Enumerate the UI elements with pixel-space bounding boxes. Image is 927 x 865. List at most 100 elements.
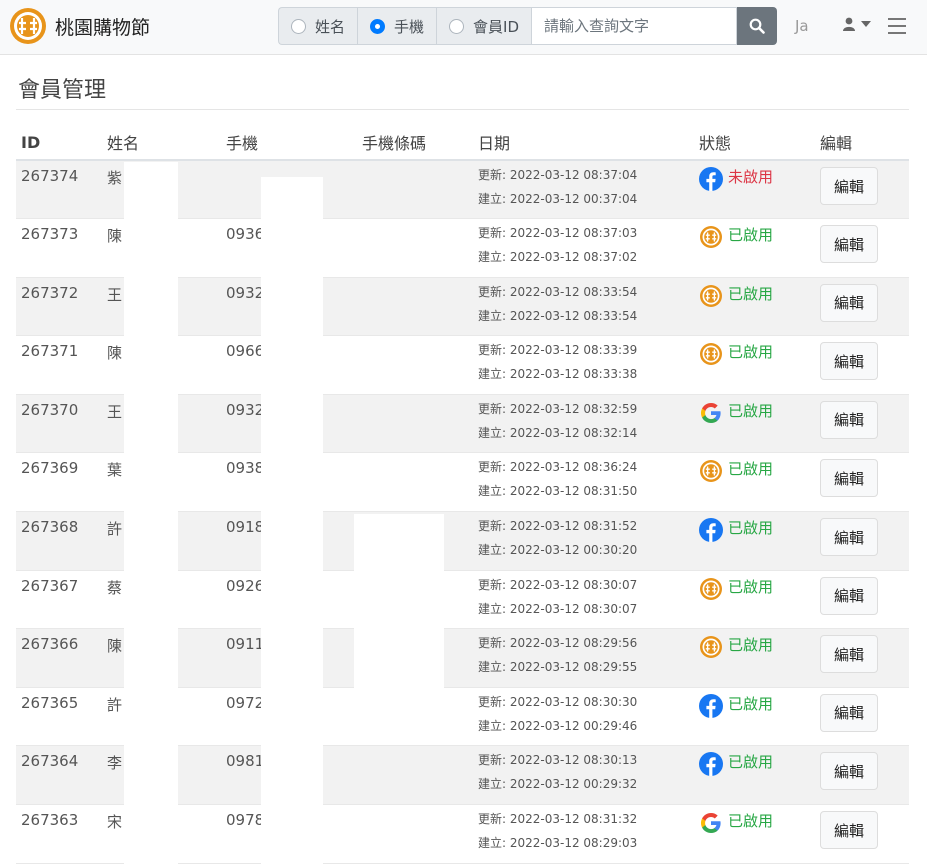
col-header-date[interactable]: 日期: [473, 125, 694, 161]
facebook-icon: [699, 518, 723, 543]
col-header-barcode[interactable]: 手機條碼: [357, 125, 473, 161]
member-edit-cell: 編輯: [815, 218, 909, 278]
created-value: 2022-03-12 00:29:46: [509, 718, 638, 733]
search-option-name[interactable]: 姓名: [278, 7, 358, 45]
radio-phone[interactable]: [370, 18, 386, 34]
member-dates: 更新: 2022-03-12 08:37:04 建立: 2022-03-12 00…: [473, 160, 694, 220]
brand[interactable]: 桃園購物節: [8, 6, 150, 46]
hamburger-menu-button[interactable]: [887, 17, 907, 39]
radio-name[interactable]: [291, 18, 306, 34]
created-label: 建立:: [478, 192, 510, 206]
edit-button[interactable]: 編輯: [820, 342, 878, 381]
edit-button[interactable]: 編輯: [820, 167, 878, 205]
created-value: 2022-03-12 08:33:38: [509, 367, 638, 382]
member-dates: 更新: 2022-03-12 08:33:54 建立: 2022-03-12 08…: [473, 277, 694, 337]
created-label: 建立:: [478, 543, 510, 558]
created-date: 建立: 2022-03-12 00:30:20: [478, 538, 689, 562]
updated-date: 更新: 2022-03-12 08:36:24: [478, 455, 689, 479]
updated-value: 2022-03-12 08:33:39: [509, 343, 638, 358]
table-header-row: ID 姓名 手機 手機條碼 日期 狀態 編輯: [16, 125, 909, 161]
created-date: 建立: 2022-03-12 00:37:04: [478, 187, 689, 211]
redacted-block: [124, 162, 178, 865]
member-status: 未啟用: [694, 160, 815, 220]
updated-date: 更新: 2022-03-12 08:32:59: [478, 397, 689, 421]
member-status: 已啟用: [694, 218, 815, 278]
edit-button[interactable]: 編輯: [820, 459, 878, 498]
member-status: 已啟用: [694, 628, 815, 688]
member-barcode: [357, 804, 473, 864]
hamburger-icon: [888, 18, 906, 34]
user-name[interactable]: Ja: [795, 17, 809, 35]
member-edit-cell: 編輯: [815, 628, 909, 688]
created-label: 建立:: [478, 308, 510, 323]
member-status: 已啟用: [694, 804, 815, 864]
created-label: 建立:: [478, 601, 510, 616]
col-header-name[interactable]: 姓名: [102, 125, 221, 161]
member-id: 267369: [16, 452, 102, 513]
member-edit-cell: 編輯: [815, 511, 909, 571]
updated-date: 更新: 2022-03-12 08:30:30: [478, 690, 689, 714]
created-date: 建立: 2022-03-12 08:29:55: [478, 655, 689, 679]
member-edit-cell: 編輯: [815, 452, 909, 513]
edit-button[interactable]: 編輯: [820, 635, 878, 674]
radio-label-phone: 手機: [394, 17, 425, 36]
created-label: 建立:: [478, 425, 510, 440]
caret-down-icon: [861, 21, 871, 27]
edit-button[interactable]: 編輯: [820, 576, 878, 615]
created-label: 建立:: [478, 250, 510, 265]
site-logo-icon: [700, 636, 722, 659]
site-logo-icon: [700, 343, 722, 366]
updated-value: 2022-03-12 08:37:04: [509, 168, 638, 182]
created-value: 2022-03-12 08:29:03: [509, 836, 638, 851]
edit-button[interactable]: 編輯: [820, 225, 878, 264]
status-text: 已啟用: [728, 519, 774, 538]
created-date: 建立: 2022-03-12 08:33:54: [478, 304, 689, 328]
member-dates: 更新: 2022-03-12 08:30:30 建立: 2022-03-12 00…: [473, 687, 694, 747]
created-label: 建立:: [478, 484, 510, 499]
title-divider: [16, 109, 909, 110]
member-id: 267374: [16, 160, 102, 220]
edit-button[interactable]: 編輯: [820, 752, 878, 791]
col-header-id[interactable]: ID: [16, 125, 102, 161]
redacted-block: [354, 514, 444, 689]
member-dates: 更新: 2022-03-12 08:36:24 建立: 2022-03-12 08…: [473, 452, 694, 513]
search-option-member-id[interactable]: 會員ID: [436, 7, 532, 45]
edit-button[interactable]: 編輯: [820, 811, 878, 850]
edit-button[interactable]: 編輯: [820, 400, 878, 439]
member-dates: 更新: 2022-03-12 08:33:39 建立: 2022-03-12 08…: [473, 335, 694, 395]
edit-button[interactable]: 編輯: [820, 693, 878, 732]
member-id: 267366: [16, 628, 102, 688]
created-label: 建立:: [478, 367, 510, 382]
user-dropdown[interactable]: [843, 17, 871, 31]
col-header-phone[interactable]: 手機: [221, 125, 357, 161]
updated-date: 更新: 2022-03-12 08:30:13: [478, 748, 689, 772]
updated-label: 更新:: [478, 812, 510, 827]
member-barcode: [357, 745, 473, 806]
member-status: 已啟用: [694, 394, 815, 454]
member-status: 已啟用: [694, 452, 815, 513]
created-label: 建立:: [478, 836, 510, 851]
search-input[interactable]: [531, 7, 738, 45]
updated-label: 更新:: [478, 401, 510, 416]
brand-name: 桃園購物節: [55, 16, 151, 39]
edit-button[interactable]: 編輯: [820, 518, 878, 557]
col-header-status[interactable]: 狀態: [694, 125, 815, 161]
page-title: 會員管理: [18, 78, 107, 103]
status-text: 已啟用: [728, 577, 774, 596]
updated-date: 更新: 2022-03-12 08:31:52: [478, 514, 689, 538]
member-status: 已啟用: [694, 745, 815, 806]
search-option-phone[interactable]: 手機: [357, 7, 437, 45]
member-barcode: [357, 218, 473, 278]
site-logo-icon: [700, 284, 722, 307]
updated-label: 更新:: [478, 460, 510, 475]
updated-date: 更新: 2022-03-12 08:30:07: [478, 573, 689, 597]
edit-button[interactable]: 編輯: [820, 283, 878, 322]
radio-label-member-id: 會員ID: [473, 17, 520, 36]
radio-member-id[interactable]: [449, 18, 465, 34]
member-id: 267363: [16, 804, 102, 864]
search-button[interactable]: [737, 7, 778, 45]
status-text: 已啟用: [728, 636, 774, 655]
user-icon: [843, 17, 855, 31]
facebook-icon: [699, 167, 723, 191]
created-value: 2022-03-12 08:29:55: [509, 660, 638, 675]
